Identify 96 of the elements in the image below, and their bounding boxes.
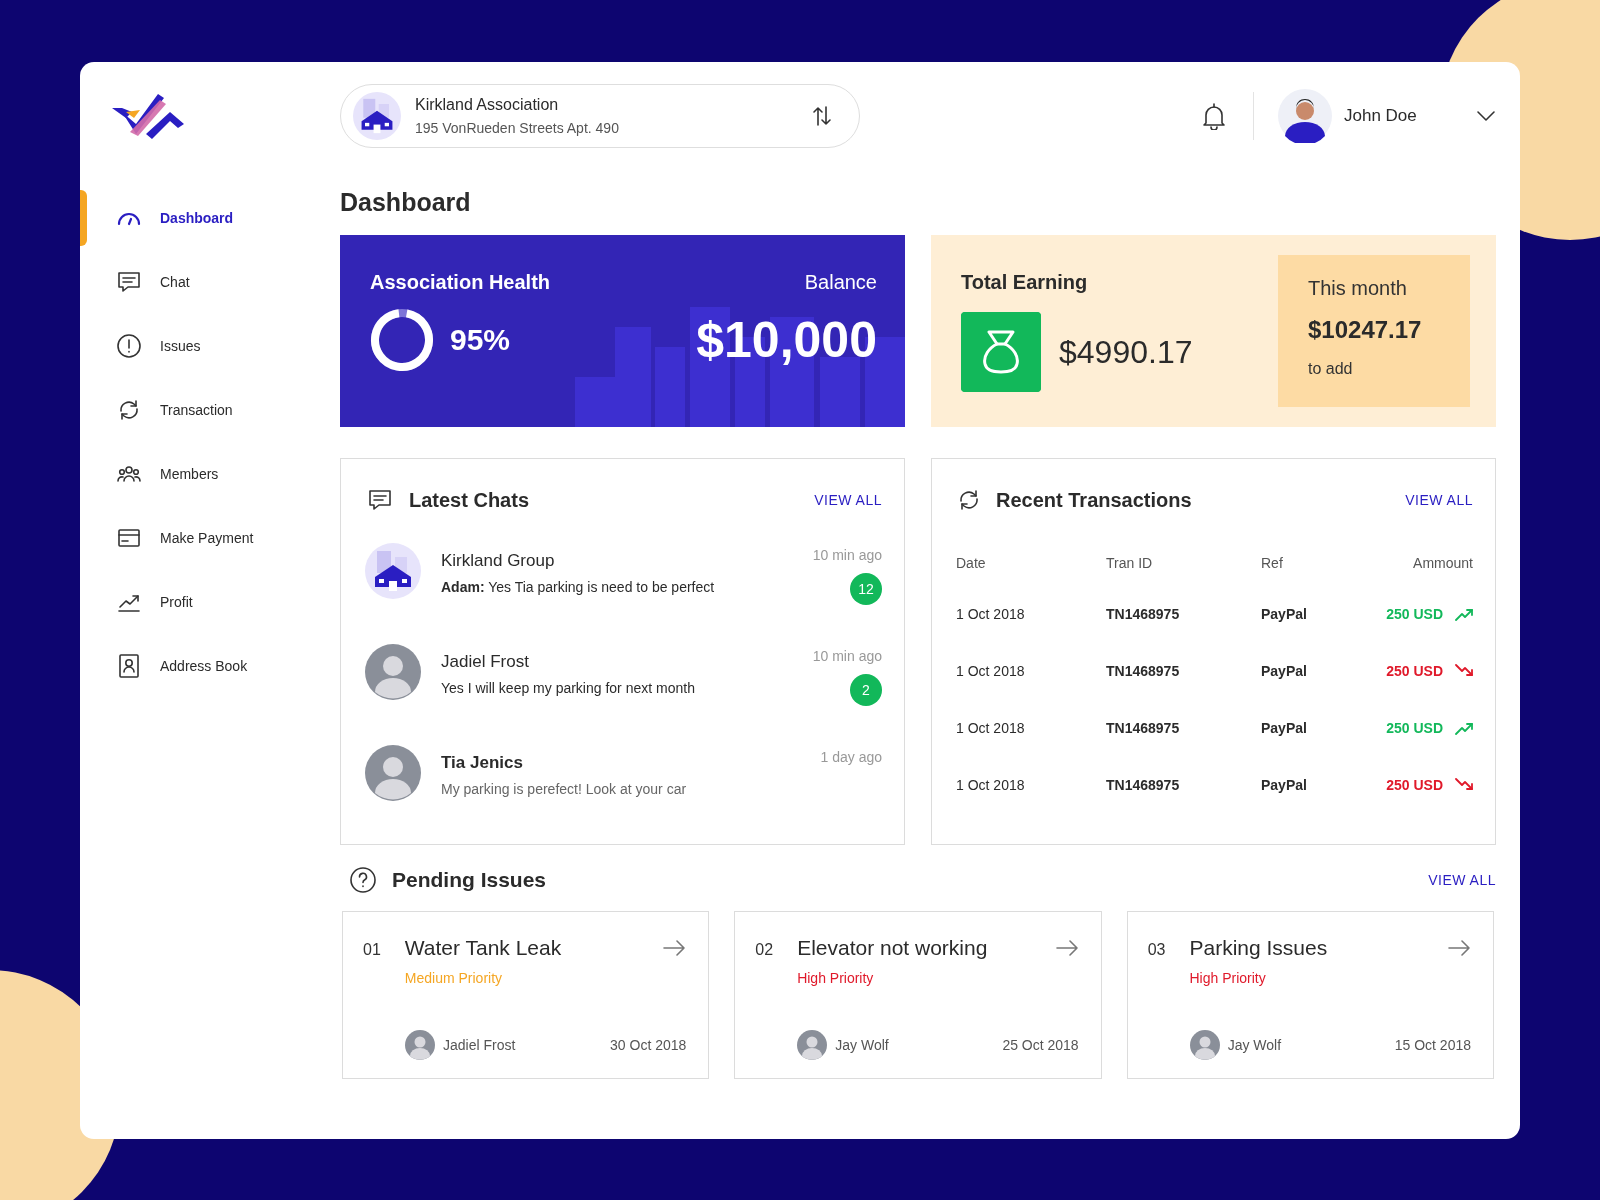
health-percent: 95% [450, 323, 511, 357]
chat-message: Yes I will keep my parking for next month [441, 680, 696, 696]
view-all-link[interactable]: VIEW ALL [1405, 492, 1473, 508]
chat-message: Adam: Yes Tia parking is need to be perfect [441, 579, 716, 595]
chat-time: 1 day ago [820, 749, 882, 765]
table-cell-text: TN1468975 [1106, 661, 1181, 681]
user-avatar-icon [1278, 89, 1332, 143]
association-selector[interactable]: Kirkland Association 195 VonRueden Streets Apt. 490 [340, 84, 860, 148]
table-cell-text: TN1468975 [1106, 775, 1181, 795]
table-cell-text: 1 Oct 2018 [956, 661, 1026, 681]
person-silhouette-icon [797, 1030, 828, 1060]
sidebar-item[interactable]: Transaction [80, 378, 340, 442]
sidebar-item[interactable]: Profit [80, 570, 340, 634]
column-header: Ammount [1412, 554, 1473, 573]
column-header: Date [956, 554, 987, 573]
sidebar-item[interactable]: Dashboard [80, 186, 340, 250]
sidebar-item[interactable]: Address Book [80, 634, 340, 698]
assignee-name: Jay Wolf [835, 1037, 890, 1053]
sidebar-item[interactable]: Issues [80, 314, 340, 378]
panel-title: Recent Transactions [996, 488, 1193, 512]
person-silhouette-icon [1189, 1030, 1220, 1060]
amount-value: 250 USD [1386, 605, 1443, 622]
table-cell-text: PayPal [1261, 661, 1308, 681]
chat-bubble-icon [116, 269, 142, 295]
sidebar-item[interactable]: Members [80, 442, 340, 506]
chat-time: 10 min ago [812, 547, 882, 563]
earning-amount: $4990.17 [1059, 333, 1193, 371]
month-note: to add [1308, 360, 1354, 378]
chat-message: My parking is perefect! Look at your car [441, 781, 688, 797]
amount-value: 250 USD [1386, 776, 1443, 793]
issue-title: Elevator not working [797, 936, 989, 960]
issue-priority: High Priority [797, 970, 875, 986]
table-cell-text: TN1468975 [1106, 604, 1181, 624]
table-cell-text: 1 Oct 2018 [956, 775, 1026, 795]
issue-date: 15 Oct 2018 [1394, 1037, 1471, 1053]
issue-card[interactable]: 02 Elevator not working High Priority Jay Wolf 25 Oct 2018 [734, 911, 1102, 1079]
assignee-name: Jadiel Frost [443, 1037, 517, 1053]
notification-bell-icon[interactable] [1201, 102, 1227, 130]
month-label: This month [1308, 277, 1408, 300]
month-amount: $10247.17 [1308, 316, 1423, 344]
column-header: Ref [1261, 554, 1284, 573]
issue-number: 03 [1147, 940, 1166, 959]
amount-value: 250 USD [1386, 662, 1443, 679]
table-cell-text: TN1468975 [1106, 718, 1181, 738]
chat-name: Jadiel Frost [441, 652, 530, 672]
association-address: 195 VonRueden Streets Apt. 490 [415, 120, 620, 136]
chat-item[interactable]: Tia Jenics My parking is perefect! Look at your car 1 day ago [365, 743, 882, 844]
issue-number: 02 [755, 940, 774, 959]
chat-time: 10 min ago [812, 648, 882, 664]
issue-title: Parking Issues [1189, 936, 1329, 960]
assignee-name: Jay Wolf [1227, 1037, 1283, 1053]
active-indicator [80, 190, 87, 246]
section-title: Pending Issues [392, 868, 548, 892]
arrow-right-icon [662, 940, 687, 956]
arrow-right-icon [1054, 940, 1079, 956]
table-cell-text: PayPal [1261, 604, 1308, 624]
issue-card[interactable]: 01 Water Tank Leak Medium Priority Jadiel Frost 30 Oct 2018 [342, 911, 710, 1079]
chat-name: Kirkland Group [441, 551, 556, 571]
person-silhouette-icon [405, 1030, 435, 1060]
view-all-link[interactable]: VIEW ALL [1428, 872, 1496, 888]
card-title: Association Health [370, 271, 551, 294]
issue-date: 25 Oct 2018 [1002, 1037, 1079, 1053]
column-header: Tran ID [1106, 554, 1154, 573]
card-title: Total Earning [961, 271, 1089, 294]
help-circle-icon [348, 867, 378, 893]
panel-title: Latest Chats [409, 488, 531, 512]
balance-label: Balance [804, 271, 877, 294]
balance-amount: $10,000 [696, 311, 877, 369]
issue-date: 30 Oct 2018 [610, 1037, 687, 1053]
arrow-right-icon [1447, 940, 1471, 956]
page-title: Dashboard [340, 188, 472, 217]
issue-card[interactable]: 03 Parking Issues High Priority Jay Wolf 15 Oct 2018 [1126, 911, 1494, 1079]
issue-title: Water Tank Leak [404, 936, 563, 960]
user-menu[interactable]: John Doe [1278, 89, 1496, 143]
table-cell-text: PayPal [1261, 718, 1308, 738]
chat-item[interactable]: Kirkland Group Adam: Yes Tia parking is need to be perfect 10 min ago 12 [365, 541, 882, 642]
health-donut-chart [370, 308, 434, 372]
sidebar-item[interactable]: Chat [80, 250, 340, 314]
association-name: Kirkland Association [415, 96, 560, 114]
contact-card-icon [116, 653, 142, 679]
chat-item[interactable]: Jadiel Frost Yes I will keep my parking for next month 10 min ago 2 [365, 642, 882, 743]
table-cell-text: 1 Oct 2018 [956, 718, 1026, 738]
view-all-link[interactable]: VIEW ALL [814, 492, 882, 508]
table-cell-text: 1 Oct 2018 [956, 604, 1026, 624]
chat-name: Tia Jenics [441, 753, 524, 773]
issue-number: 01 [363, 940, 381, 959]
issue-priority: High Priority [1189, 970, 1267, 986]
chevron-down-icon [1476, 110, 1496, 122]
alert-circle-icon [116, 333, 142, 359]
table-cell-text: PayPal [1261, 775, 1308, 795]
amount-value: 250 USD [1386, 719, 1443, 736]
issue-priority: Medium Priority [404, 970, 504, 986]
unread-count-badge: 12 [850, 573, 882, 605]
sidebar-item[interactable]: Make Payment [80, 506, 340, 570]
unread-count-badge: 2 [850, 674, 882, 706]
money-bag-icon [961, 312, 1041, 392]
